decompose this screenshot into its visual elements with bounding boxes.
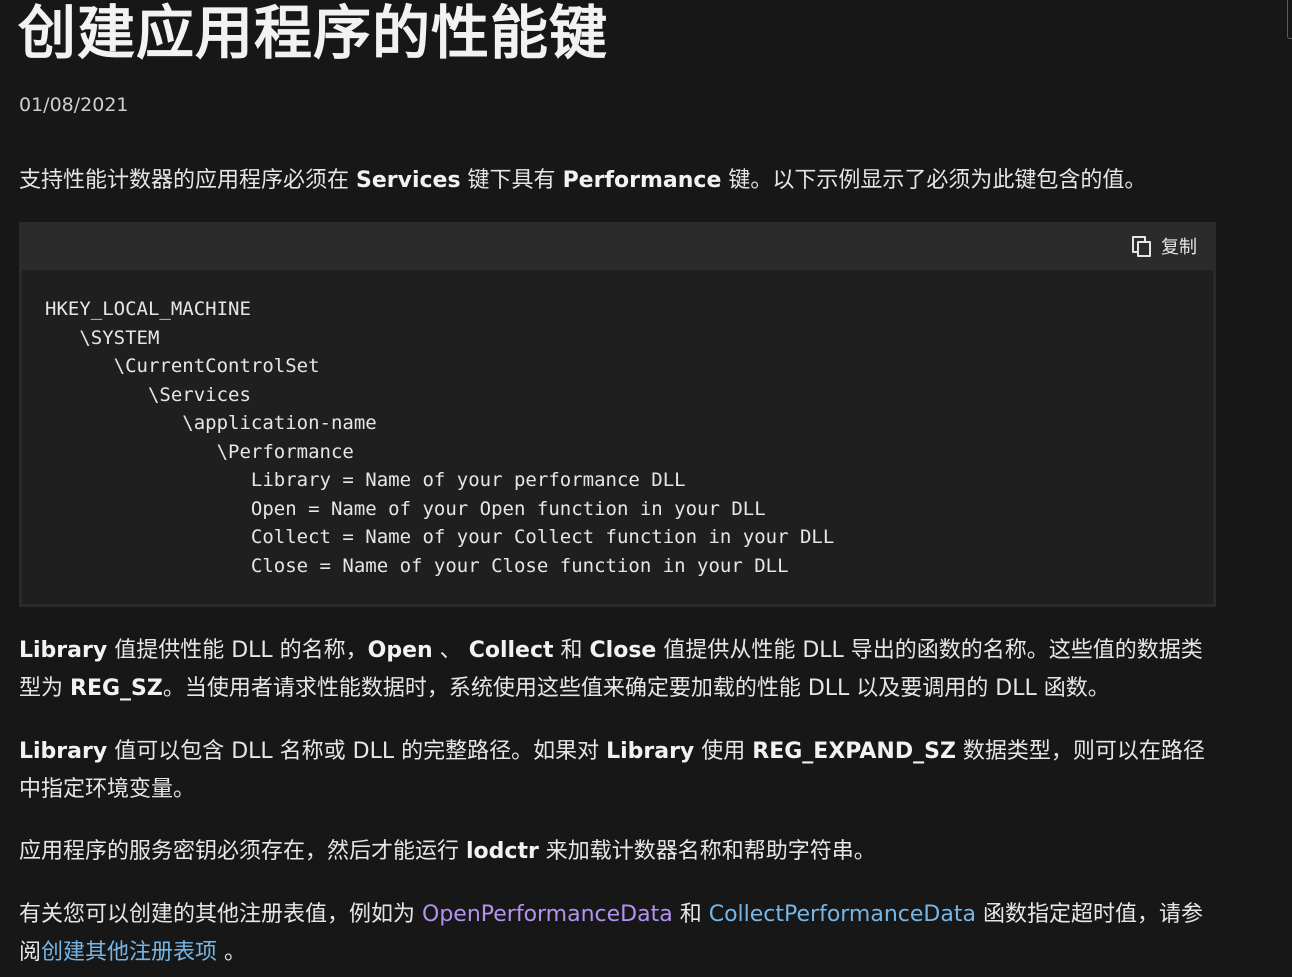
paragraph-text: 使用 — [694, 739, 753, 764]
code-line: \application-name — [45, 412, 377, 434]
code-line: \Services — [45, 383, 251, 406]
bold-open: Open — [367, 638, 433, 663]
code-block: 复制 HKEY_LOCAL_MACHINE \SYSTEM \CurrentCo… — [19, 222, 1216, 607]
collect-performance-data-link[interactable]: CollectPerformanceData — [709, 902, 976, 927]
intro-paragraph: 支持性能计数器的应用程序必须在 Services 键下具有 Performanc… — [19, 162, 1219, 200]
copy-button-label: 复制 — [1161, 237, 1197, 258]
bold-library: Library — [606, 739, 695, 764]
bold-library: Library — [19, 638, 108, 663]
code-line: Library = Name of your performance DLL — [45, 469, 686, 491]
code-block-header: 复制 — [19, 222, 1216, 270]
paragraph-text: 值可以包含 DLL 名称或 DLL 的完整路径。如果对 — [107, 739, 607, 764]
service-key-paragraph: 应用程序的服务密钥必须存在，然后才能运行 lodctr 来加载计数器名称和帮助字… — [19, 833, 1219, 871]
bold-collect: Collect — [468, 638, 554, 663]
copy-icon — [1132, 236, 1151, 257]
code-line: \Performance — [45, 440, 354, 463]
code-line: Collect = Name of your Collect function … — [45, 526, 835, 548]
open-performance-data-link[interactable]: OpenPerformanceData — [422, 902, 673, 927]
library-description-paragraph: Library 值提供性能 DLL 的名称，Open 、 Collect 和 C… — [19, 632, 1219, 708]
intro-bold-services: Services — [356, 168, 461, 193]
paragraph-text: 。当使用者请求性能数据时，系统使用这些值来确定要加载的性能 DLL 以及要调用的… — [162, 676, 1110, 701]
bold-library: Library — [19, 739, 108, 764]
page-title: 创建应用程序的性能键 — [18, 0, 609, 67]
bold-reg-expand-sz: REG_EXPAND_SZ — [752, 739, 956, 764]
paragraph-text: 和 — [553, 638, 590, 663]
code-text: HKEY_LOCAL_MACHINE \SYSTEM \CurrentContr… — [45, 295, 834, 580]
bold-close: Close — [589, 638, 657, 663]
intro-text-3: 键。以下示例显示了必须为此键包含的值。 — [721, 168, 1147, 193]
code-line: Open = Name of your Open function in you… — [45, 497, 766, 520]
library-path-paragraph: Library 值可以包含 DLL 名称或 DLL 的完整路径。如果对 Libr… — [19, 733, 1219, 809]
code-line: \CurrentControlSet — [45, 355, 320, 377]
create-registry-values-link[interactable]: 创建其他注册表项 — [41, 940, 217, 965]
paragraph-text: 有关您可以创建的其他注册表值，例如为 — [19, 902, 422, 927]
intro-text-2: 键下具有 — [460, 168, 563, 193]
paragraph-text: 。 — [217, 940, 247, 965]
article-date: 01/08/2021 — [19, 94, 129, 116]
code-line: Close = Name of your Close function in y… — [45, 554, 789, 577]
intro-text-1: 支持性能计数器的应用程序必须在 — [19, 168, 356, 193]
window-edge-fragment — [1287, 0, 1292, 39]
paragraph-text: 和 — [672, 902, 709, 927]
bold-reg-sz: REG_SZ — [70, 676, 163, 701]
code-body[interactable]: HKEY_LOCAL_MACHINE \SYSTEM \CurrentContr… — [22, 270, 1213, 604]
paragraph-text: 值提供性能 DLL 的名称， — [107, 638, 368, 663]
paragraph-text: 来加载计数器名称和帮助字符串。 — [538, 839, 876, 864]
code-line: \SYSTEM — [45, 326, 160, 349]
code-line: HKEY_LOCAL_MACHINE — [45, 298, 251, 320]
paragraph-text: 、 — [432, 638, 469, 663]
paragraph-text: 应用程序的服务密钥必须存在，然后才能运行 — [19, 839, 466, 864]
additional-values-paragraph: 有关您可以创建的其他注册表值，例如为 OpenPerformanceData 和… — [19, 896, 1219, 972]
bold-lodctr: lodctr — [466, 839, 539, 864]
copy-button[interactable]: 复制 — [1132, 232, 1197, 260]
intro-bold-performance: Performance — [562, 168, 722, 193]
